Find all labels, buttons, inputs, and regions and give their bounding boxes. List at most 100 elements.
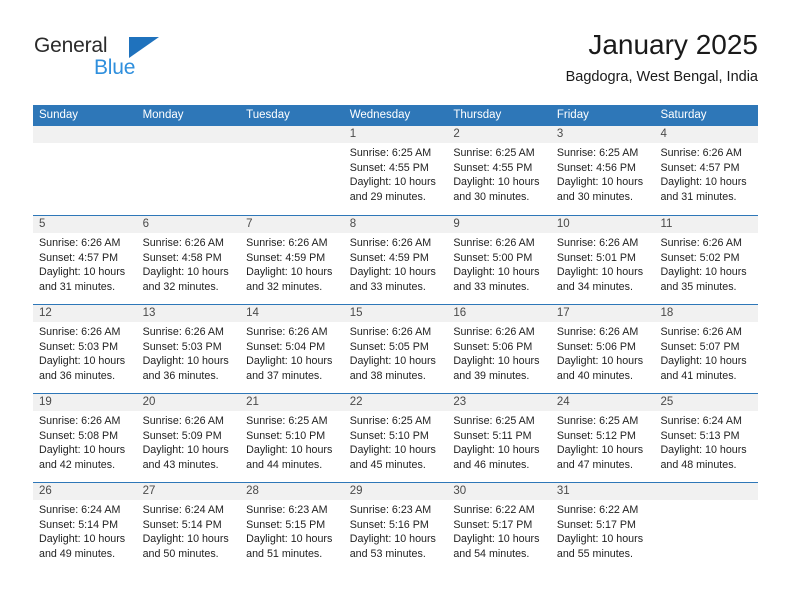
day-cell[interactable]: 17 Sunrise: 6:26 AM Sunset: 5:06 PM Dayligh… (550, 305, 655, 393)
day-cell[interactable]: 13 Sunrise: 6:26 AM Sunset: 5:03 PM Dayligh… (136, 305, 241, 393)
day-cell[interactable]: 11 Sunrise: 6:26 AM Sunset: 5:02 PM Dayligh… (654, 216, 759, 304)
day-number: 8 (349, 218, 357, 230)
sunset-text: Sunset: 5:11 PM (453, 429, 532, 442)
day-cell[interactable]: 7 Sunrise: 6:26 AM Sunset: 4:59 PM Daylight… (240, 216, 344, 304)
sunset-text: Sunset: 5:02 PM (660, 251, 740, 264)
sunrise-text: Sunrise: 6:26 AM (246, 326, 328, 338)
day-cell[interactable]: 21 Sunrise: 6:25 AM Sunset: 5:10 PM Dayligh… (240, 394, 344, 482)
daylight-text: Daylight: 10 hours (39, 533, 126, 546)
day-cell[interactable]: 16 Sunrise: 6:26 AM Sunset: 5:06 PM Dayligh… (447, 305, 551, 393)
day-cell[interactable]: 8 Sunrise: 6:26 AM Sunset: 4:59 PM Daylight… (343, 216, 448, 304)
weekday-header-thursday: Thursday (453, 109, 502, 121)
day-details: Sunrise: 6:26 AM Sunset: 5:09 PM Daylight:… (137, 411, 241, 472)
day-number: 25 (660, 396, 674, 408)
day-cell[interactable]: 24 Sunrise: 6:25 AM Sunset: 5:12 PM Dayligh… (550, 394, 655, 482)
calendar-week-row: 26 Sunrise: 6:24 AM Sunset: 5:14 PM Dayligh… (33, 482, 759, 571)
day-number-band: 13 (136, 305, 241, 322)
daylight-text: Daylight: 10 hours (453, 444, 540, 457)
day-number: 3 (556, 128, 564, 140)
day-number-band: 2 (447, 126, 551, 143)
day-cell[interactable]: 2 Sunrise: 6:25 AM Sunset: 4:55 PM Daylight… (447, 126, 551, 215)
day-number-band: 28 (240, 483, 344, 500)
daylight-text: Daylight: 10 hours (556, 533, 644, 546)
day-details: Sunrise: 6:26 AM Sunset: 4:59 PM Daylight:… (344, 233, 448, 294)
day-cell[interactable]: 18 Sunrise: 6:26 AM Sunset: 5:07 PM Dayligh… (654, 305, 759, 393)
daylight-text-cont: and 39 minutes. (453, 369, 530, 382)
day-cell[interactable]: 23 Sunrise: 6:25 AM Sunset: 5:11 PM Dayligh… (447, 394, 551, 482)
day-details: Sunrise: 6:24 AM Sunset: 5:14 PM Daylight:… (33, 500, 137, 561)
daylight-text: Daylight: 10 hours (246, 533, 333, 546)
daylight-text: Daylight: 10 hours (39, 355, 126, 368)
sunset-text: Sunset: 5:00 PM (453, 251, 533, 264)
day-cell-empty (240, 126, 344, 215)
daylight-text: Daylight: 10 hours (556, 355, 644, 368)
calendar-grid: Sunday Monday Tuesday Wednesday Thursday Frid… (33, 105, 759, 571)
day-number-band: 7 (240, 216, 344, 233)
daylight-text-cont: and 34 minutes. (556, 280, 633, 293)
day-details: Sunrise: 6:26 AM Sunset: 5:06 PM Daylight:… (551, 322, 655, 383)
day-details: Sunrise: 6:25 AM Sunset: 5:10 PM Daylight:… (344, 411, 448, 472)
day-number-band: 16 (447, 305, 551, 322)
sunrise-text: Sunrise: 6:25 AM (453, 147, 535, 159)
sunset-text: Sunset: 4:56 PM (556, 161, 636, 174)
day-cell[interactable]: 25 Sunrise: 6:24 AM Sunset: 5:13 PM Dayligh… (654, 394, 759, 482)
daylight-text-cont: and 47 minutes. (556, 458, 633, 471)
day-number: 28 (246, 485, 259, 497)
sunrise-text: Sunrise: 6:26 AM (39, 237, 121, 249)
day-cell[interactable]: 29 Sunrise: 6:23 AM Sunset: 5:16 PM Dayligh… (343, 483, 448, 571)
day-details: Sunrise: 6:26 AM Sunset: 5:00 PM Daylight:… (447, 233, 551, 294)
weekday-header-monday: Monday (142, 109, 184, 121)
daylight-text-cont: and 32 minutes. (142, 280, 219, 293)
sunrise-text: Sunrise: 6:26 AM (660, 237, 742, 249)
day-cell[interactable]: 31 Sunrise: 6:22 AM Sunset: 5:17 PM Dayligh… (550, 483, 655, 571)
daylight-text: Daylight: 10 hours (142, 533, 229, 546)
day-cell[interactable]: 1 Sunrise: 6:25 AM Sunset: 4:55 PM Daylight… (343, 126, 448, 215)
day-cell[interactable]: 15 Sunrise: 6:26 AM Sunset: 5:05 PM Dayligh… (343, 305, 448, 393)
weekday-header-saturday: Saturday (660, 109, 707, 121)
sunset-text: Sunset: 4:59 PM (349, 251, 429, 264)
day-cell[interactable]: 12 Sunrise: 6:26 AM Sunset: 5:03 PM Dayligh… (33, 305, 137, 393)
day-number-band (654, 483, 759, 500)
day-details: Sunrise: 6:26 AM Sunset: 5:05 PM Daylight:… (344, 322, 448, 383)
sunrise-text: Sunrise: 6:26 AM (246, 237, 328, 249)
day-cell[interactable]: 3 Sunrise: 6:25 AM Sunset: 4:56 PM Daylight… (550, 126, 655, 215)
day-cell[interactable]: 20 Sunrise: 6:26 AM Sunset: 5:09 PM Dayligh… (136, 394, 241, 482)
day-cell[interactable]: 19 Sunrise: 6:26 AM Sunset: 5:08 PM Dayligh… (33, 394, 137, 482)
day-cell[interactable]: 30 Sunrise: 6:22 AM Sunset: 5:17 PM Dayligh… (447, 483, 551, 571)
day-cell[interactable]: 4 Sunrise: 6:26 AM Sunset: 4:57 PM Daylight… (654, 126, 759, 215)
daylight-text: Daylight: 10 hours (453, 355, 540, 368)
sunset-text: Sunset: 5:08 PM (39, 429, 119, 442)
day-cell[interactable]: 5 Sunrise: 6:26 AM Sunset: 4:57 PM Daylight… (33, 216, 137, 304)
day-details: Sunrise: 6:26 AM Sunset: 4:58 PM Daylight:… (137, 233, 241, 294)
sunrise-text: Sunrise: 6:25 AM (349, 415, 432, 427)
daylight-text: Daylight: 10 hours (660, 176, 747, 189)
day-number-band: 14 (240, 305, 344, 322)
sunrise-text: Sunrise: 6:25 AM (556, 147, 639, 159)
day-number: 5 (39, 218, 46, 230)
day-details: Sunrise: 6:26 AM Sunset: 4:57 PM Daylight:… (654, 143, 758, 204)
logo-text-blue: Blue (94, 56, 136, 79)
day-cell[interactable]: 27 Sunrise: 6:24 AM Sunset: 5:14 PM Dayligh… (136, 483, 241, 571)
sunset-text: Sunset: 5:04 PM (246, 340, 326, 353)
day-number-band (240, 126, 344, 143)
day-cell[interactable]: 6 Sunrise: 6:26 AM Sunset: 4:58 PM Daylight… (136, 216, 241, 304)
day-cell[interactable]: 10 Sunrise: 6:26 AM Sunset: 5:01 PM Dayligh… (550, 216, 655, 304)
sunrise-text: Sunrise: 6:26 AM (453, 237, 535, 249)
sunset-text: Sunset: 5:17 PM (453, 518, 533, 531)
day-cell[interactable]: 9 Sunrise: 6:26 AM Sunset: 5:00 PM Daylight… (447, 216, 551, 304)
daylight-text: Daylight: 10 hours (556, 266, 644, 279)
daylight-text-cont: and 33 minutes. (349, 280, 426, 293)
day-details: Sunrise: 6:26 AM Sunset: 4:57 PM Daylight:… (33, 233, 137, 294)
calendar-week-row: 1 Sunrise: 6:25 AM Sunset: 4:55 PM Daylight… (33, 126, 759, 215)
sunset-text: Sunset: 5:17 PM (556, 518, 636, 531)
day-cell[interactable]: 14 Sunrise: 6:26 AM Sunset: 5:04 PM Dayligh… (240, 305, 344, 393)
day-cell[interactable]: 22 Sunrise: 6:25 AM Sunset: 5:10 PM Dayligh… (343, 394, 448, 482)
sunset-text: Sunset: 5:05 PM (349, 340, 429, 353)
daylight-text-cont: and 31 minutes. (660, 190, 737, 203)
day-cell[interactable]: 28 Sunrise: 6:23 AM Sunset: 5:15 PM Dayligh… (240, 483, 344, 571)
sunrise-text: Sunrise: 6:26 AM (142, 326, 224, 338)
daylight-text: Daylight: 10 hours (556, 176, 644, 189)
day-number: 12 (39, 307, 52, 319)
day-cell[interactable]: 26 Sunrise: 6:24 AM Sunset: 5:14 PM Dayligh… (33, 483, 137, 571)
sunrise-text: Sunrise: 6:25 AM (453, 415, 535, 427)
